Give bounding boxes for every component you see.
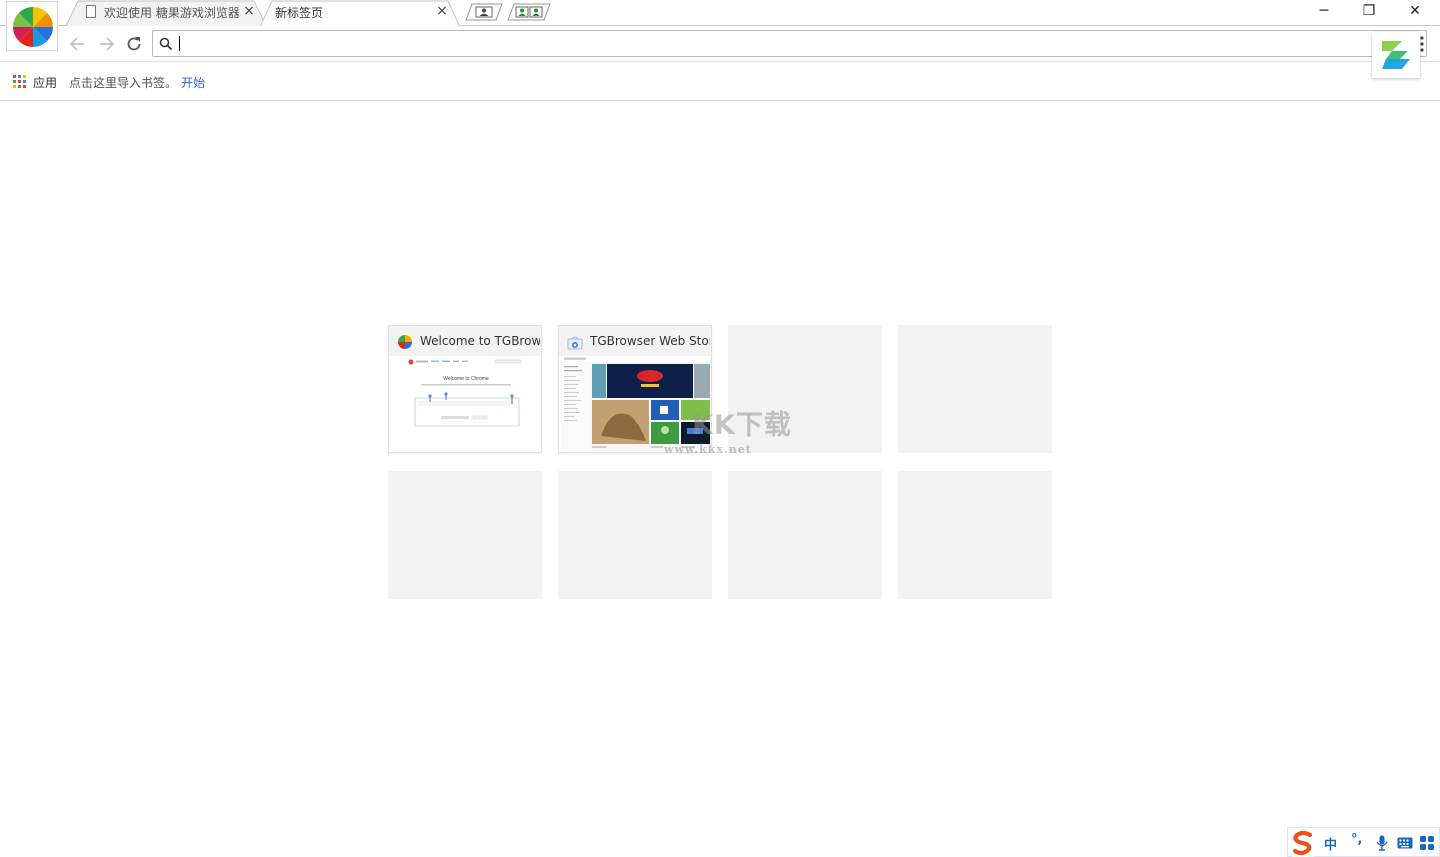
tile-title: Welcome to TGBrowser — [420, 334, 540, 348]
multi-user-icon — [507, 3, 551, 21]
text-caret — [179, 36, 180, 51]
tab-close-icon[interactable]: × — [241, 3, 257, 19]
ime-toolbar[interactable]: 中 °, — [1287, 827, 1440, 857]
most-visited-tiles: Welcome to TGBrowser Welcome to Chrome — [388, 325, 1052, 599]
watermark: KK下载 www.kkx.net — [650, 403, 800, 458]
multi-profile-button[interactable] — [506, 2, 552, 22]
tile-empty — [558, 471, 712, 599]
tile-empty — [898, 325, 1052, 453]
ime-punctuation-toggle[interactable]: °, — [1351, 832, 1362, 847]
tab-new-tab[interactable]: 新标签页 × — [260, 0, 460, 27]
ime-mode-toggle[interactable]: 中 — [1324, 834, 1337, 853]
back-arrow-icon — [69, 37, 84, 51]
tile-title: TGBrowser Web Store — [590, 334, 710, 348]
tile-thumbnail: Welcome to Chrome — [391, 356, 540, 451]
tile-empty — [728, 471, 882, 599]
apps-shortcut[interactable]: 应用 — [33, 74, 57, 91]
browser-logo[interactable] — [6, 1, 58, 51]
welcome-page-thumbnail: Welcome to Chrome — [391, 356, 540, 451]
pinwheel-favicon-icon — [398, 335, 412, 349]
watermark-text: KK下载 — [692, 410, 792, 441]
extension-button[interactable] — [1372, 32, 1420, 78]
page-icon — [86, 5, 96, 18]
import-bookmarks-start-link[interactable]: 开始 — [181, 74, 205, 91]
tile-empty — [388, 471, 542, 599]
back-button[interactable] — [68, 34, 88, 54]
tab-strip: 欢迎使用 糖果游戏浏览器 × 新标签页 × ─ ❐ ✕ — [0, 0, 1440, 51]
thumb-heading: Welcome to Chrome — [443, 376, 489, 382]
sogou-logo-icon[interactable] — [1288, 828, 1318, 857]
pinwheel-logo-icon — [13, 7, 53, 47]
tab-title: 欢迎使用 糖果游戏浏览器 — [104, 6, 239, 20]
close-window-button[interactable]: ✕ — [1392, 0, 1438, 24]
omnibox[interactable] — [152, 30, 1427, 57]
extension-logo-icon — [1382, 41, 1410, 69]
grid-icon[interactable] — [1420, 836, 1434, 850]
reload-icon — [127, 37, 141, 51]
tab-welcome[interactable]: 欢迎使用 糖果游戏浏览器 × — [66, 0, 266, 26]
web-store-favicon-icon — [567, 336, 583, 350]
tab-close-icon[interactable]: × — [434, 3, 450, 19]
watermark-url: www.kkx.net — [664, 443, 752, 456]
bookmarks-bar: 应用 点击这里导入书签。 开始 — [0, 63, 1440, 101]
toolbar — [0, 26, 1440, 62]
tile-header: Welcome to TGBrowser — [389, 326, 541, 356]
address-input[interactable] — [177, 34, 1367, 54]
forward-button[interactable] — [96, 34, 116, 54]
minimize-button[interactable]: ─ — [1301, 0, 1347, 24]
tile-header: TGBrowser Web Store — [559, 326, 711, 356]
forward-arrow-icon — [100, 37, 115, 51]
restore-button[interactable]: ❐ — [1346, 0, 1392, 24]
tab-title: 新标签页 — [275, 6, 324, 20]
import-bookmarks-hint: 点击这里导入书签。 — [69, 76, 178, 90]
mic-icon[interactable] — [1376, 835, 1388, 851]
apps-grid-icon[interactable] — [13, 75, 26, 88]
keyboard-icon[interactable] — [1397, 837, 1413, 849]
profile-switch-button[interactable] — [464, 2, 504, 22]
tile-empty — [898, 471, 1052, 599]
tile-welcome[interactable]: Welcome to TGBrowser Welcome to Chrome — [388, 325, 542, 453]
search-icon — [159, 37, 173, 51]
reload-button[interactable] — [124, 34, 144, 54]
single-user-icon — [465, 3, 503, 21]
